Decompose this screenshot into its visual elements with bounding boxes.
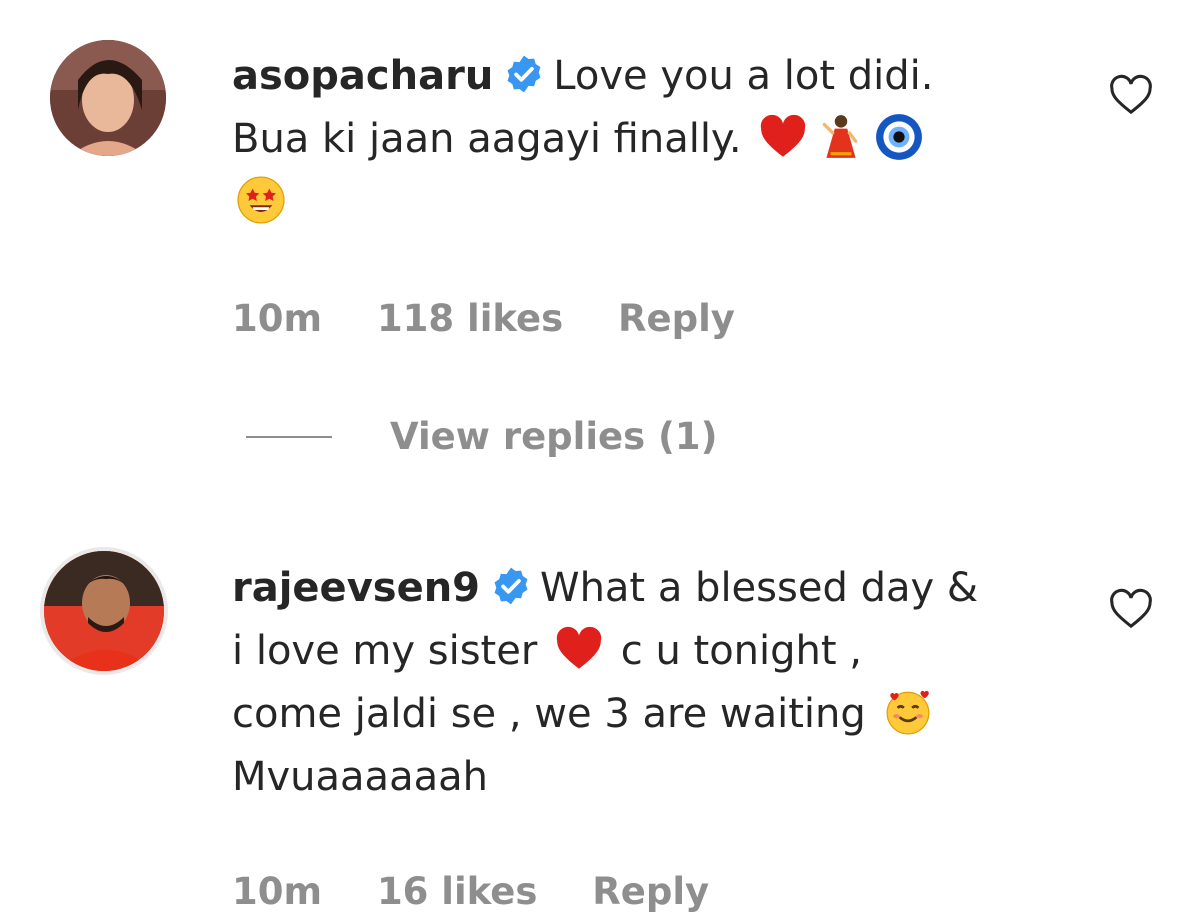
reply-button[interactable]: Reply — [618, 297, 735, 340]
like-heart-icon[interactable] — [1108, 588, 1154, 630]
woman-dancing-emoji — [822, 115, 858, 158]
avatar-image — [44, 551, 164, 671]
username[interactable]: asopacharu — [232, 53, 493, 99]
reply-button[interactable]: Reply — [592, 870, 709, 913]
comment-text-line: Love you a lot didi. — [553, 53, 934, 99]
avatar[interactable] — [50, 40, 166, 156]
like-count[interactable]: 16 likes — [377, 870, 537, 913]
star-struck-face-emoji — [237, 176, 285, 224]
like-heart-icon[interactable] — [1108, 74, 1154, 116]
red-heart-emoji — [556, 626, 602, 669]
comment-time: 10m — [232, 870, 323, 913]
comment-body: rajeevsen9 What a blessed day & i love my… — [232, 557, 1052, 809]
comment-text-line: Mvuaaaaaah — [232, 754, 488, 800]
comment-meta: 10m 118 likes Reply — [232, 297, 777, 340]
nazar-amulet-emoji — [876, 114, 923, 160]
divider-line — [246, 435, 332, 438]
like-count[interactable]: 118 likes — [377, 297, 563, 340]
username[interactable]: rajeevsen9 — [232, 565, 480, 611]
avatar[interactable] — [40, 547, 168, 675]
comment-body: asopacharu Love you a lot didi. Bua ki ja… — [232, 45, 1052, 234]
view-replies-label: View replies (1) — [390, 415, 718, 458]
verified-badge-icon — [507, 55, 541, 93]
smiling-face-with-hearts-emoji — [886, 690, 929, 735]
view-replies-button[interactable]: View replies (1) — [246, 415, 718, 458]
comment-time: 10m — [232, 297, 323, 340]
comment-text-line: What a blessed day & — [540, 565, 979, 611]
comment-text-line: Bua ki jaan aagayi finally. — [232, 116, 742, 162]
red-heart-emoji — [761, 114, 806, 157]
comment-text-line: c u tonight , — [620, 628, 862, 674]
comment-text-line: come jaldi se , we 3 are waiting — [232, 691, 866, 737]
avatar-image — [50, 40, 166, 156]
verified-badge-icon — [494, 567, 528, 605]
comment-text-line: i love my sister — [232, 628, 538, 674]
comment-meta: 10m 16 likes Reply — [232, 870, 751, 913]
